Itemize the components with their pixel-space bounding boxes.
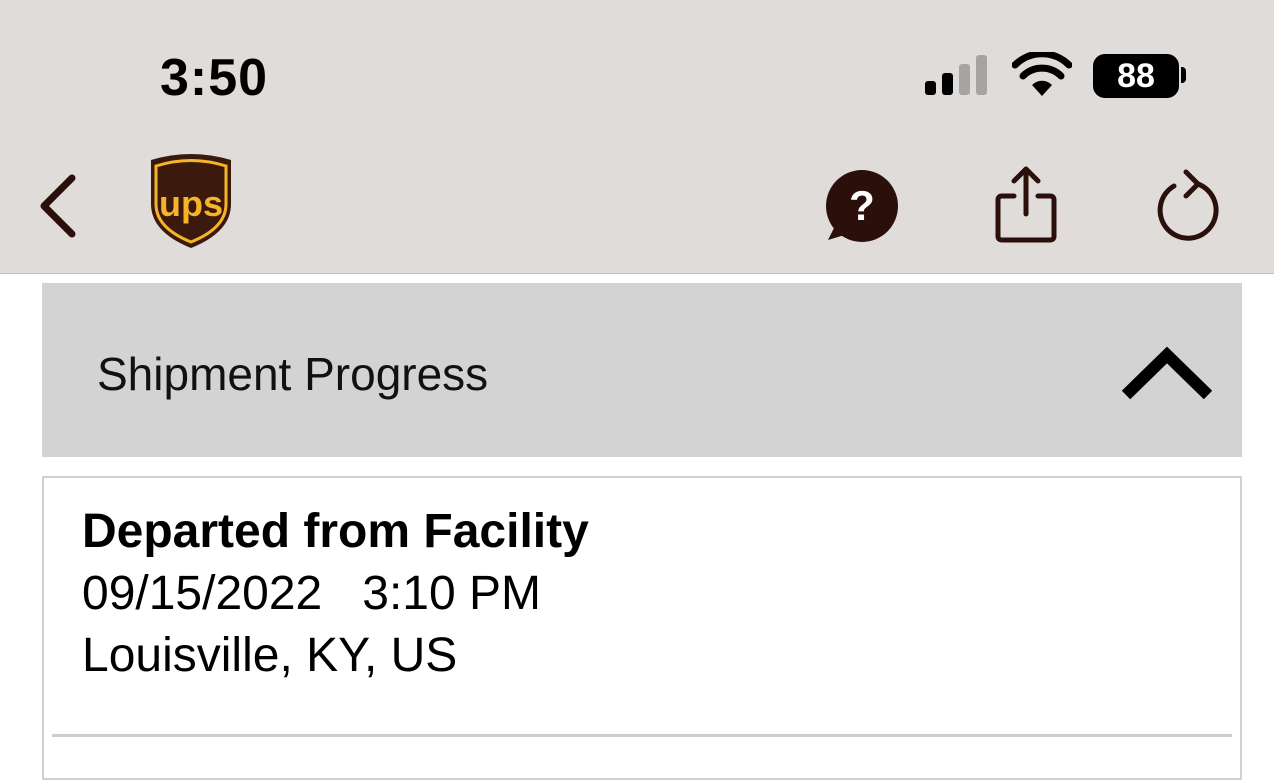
chevron-up-icon[interactable]: [1120, 343, 1214, 403]
back-button[interactable]: [30, 170, 80, 247]
event-divider: [52, 734, 1232, 737]
help-chat-icon: ?: [826, 170, 898, 242]
wifi-icon: [1012, 52, 1072, 96]
status-time: 3:50: [160, 49, 269, 107]
help-button[interactable]: ?: [822, 168, 902, 251]
svg-text:?: ?: [849, 182, 875, 229]
share-button[interactable]: [994, 164, 1058, 251]
nav-bar: ups ?: [0, 140, 1274, 274]
ups-logo-text: ups: [159, 183, 223, 224]
event-location: Louisville, KY, US: [82, 629, 458, 682]
event-status: Departed from Facility: [82, 505, 589, 558]
refresh-button[interactable]: [1156, 166, 1222, 249]
battery-indicator: 88: [1093, 54, 1179, 98]
battery-nub: [1181, 67, 1186, 83]
back-icon: [40, 174, 76, 238]
cellular-signal-icon: [925, 55, 987, 95]
shipment-progress-header[interactable]: Shipment Progress: [42, 283, 1242, 457]
tracking-event-card: Departed from Facility 09/15/2022 3:10 P…: [42, 476, 1242, 780]
share-icon: [995, 166, 1057, 243]
main-content: Shipment Progress Departed from Facility…: [0, 274, 1274, 780]
status-bar: 3:50 88: [0, 0, 1274, 140]
refresh-icon: [1157, 169, 1219, 241]
event-datetime: 09/15/2022 3:10 PM: [82, 567, 541, 620]
ups-logo: ups: [151, 154, 231, 248]
section-title: Shipment Progress: [97, 348, 489, 400]
